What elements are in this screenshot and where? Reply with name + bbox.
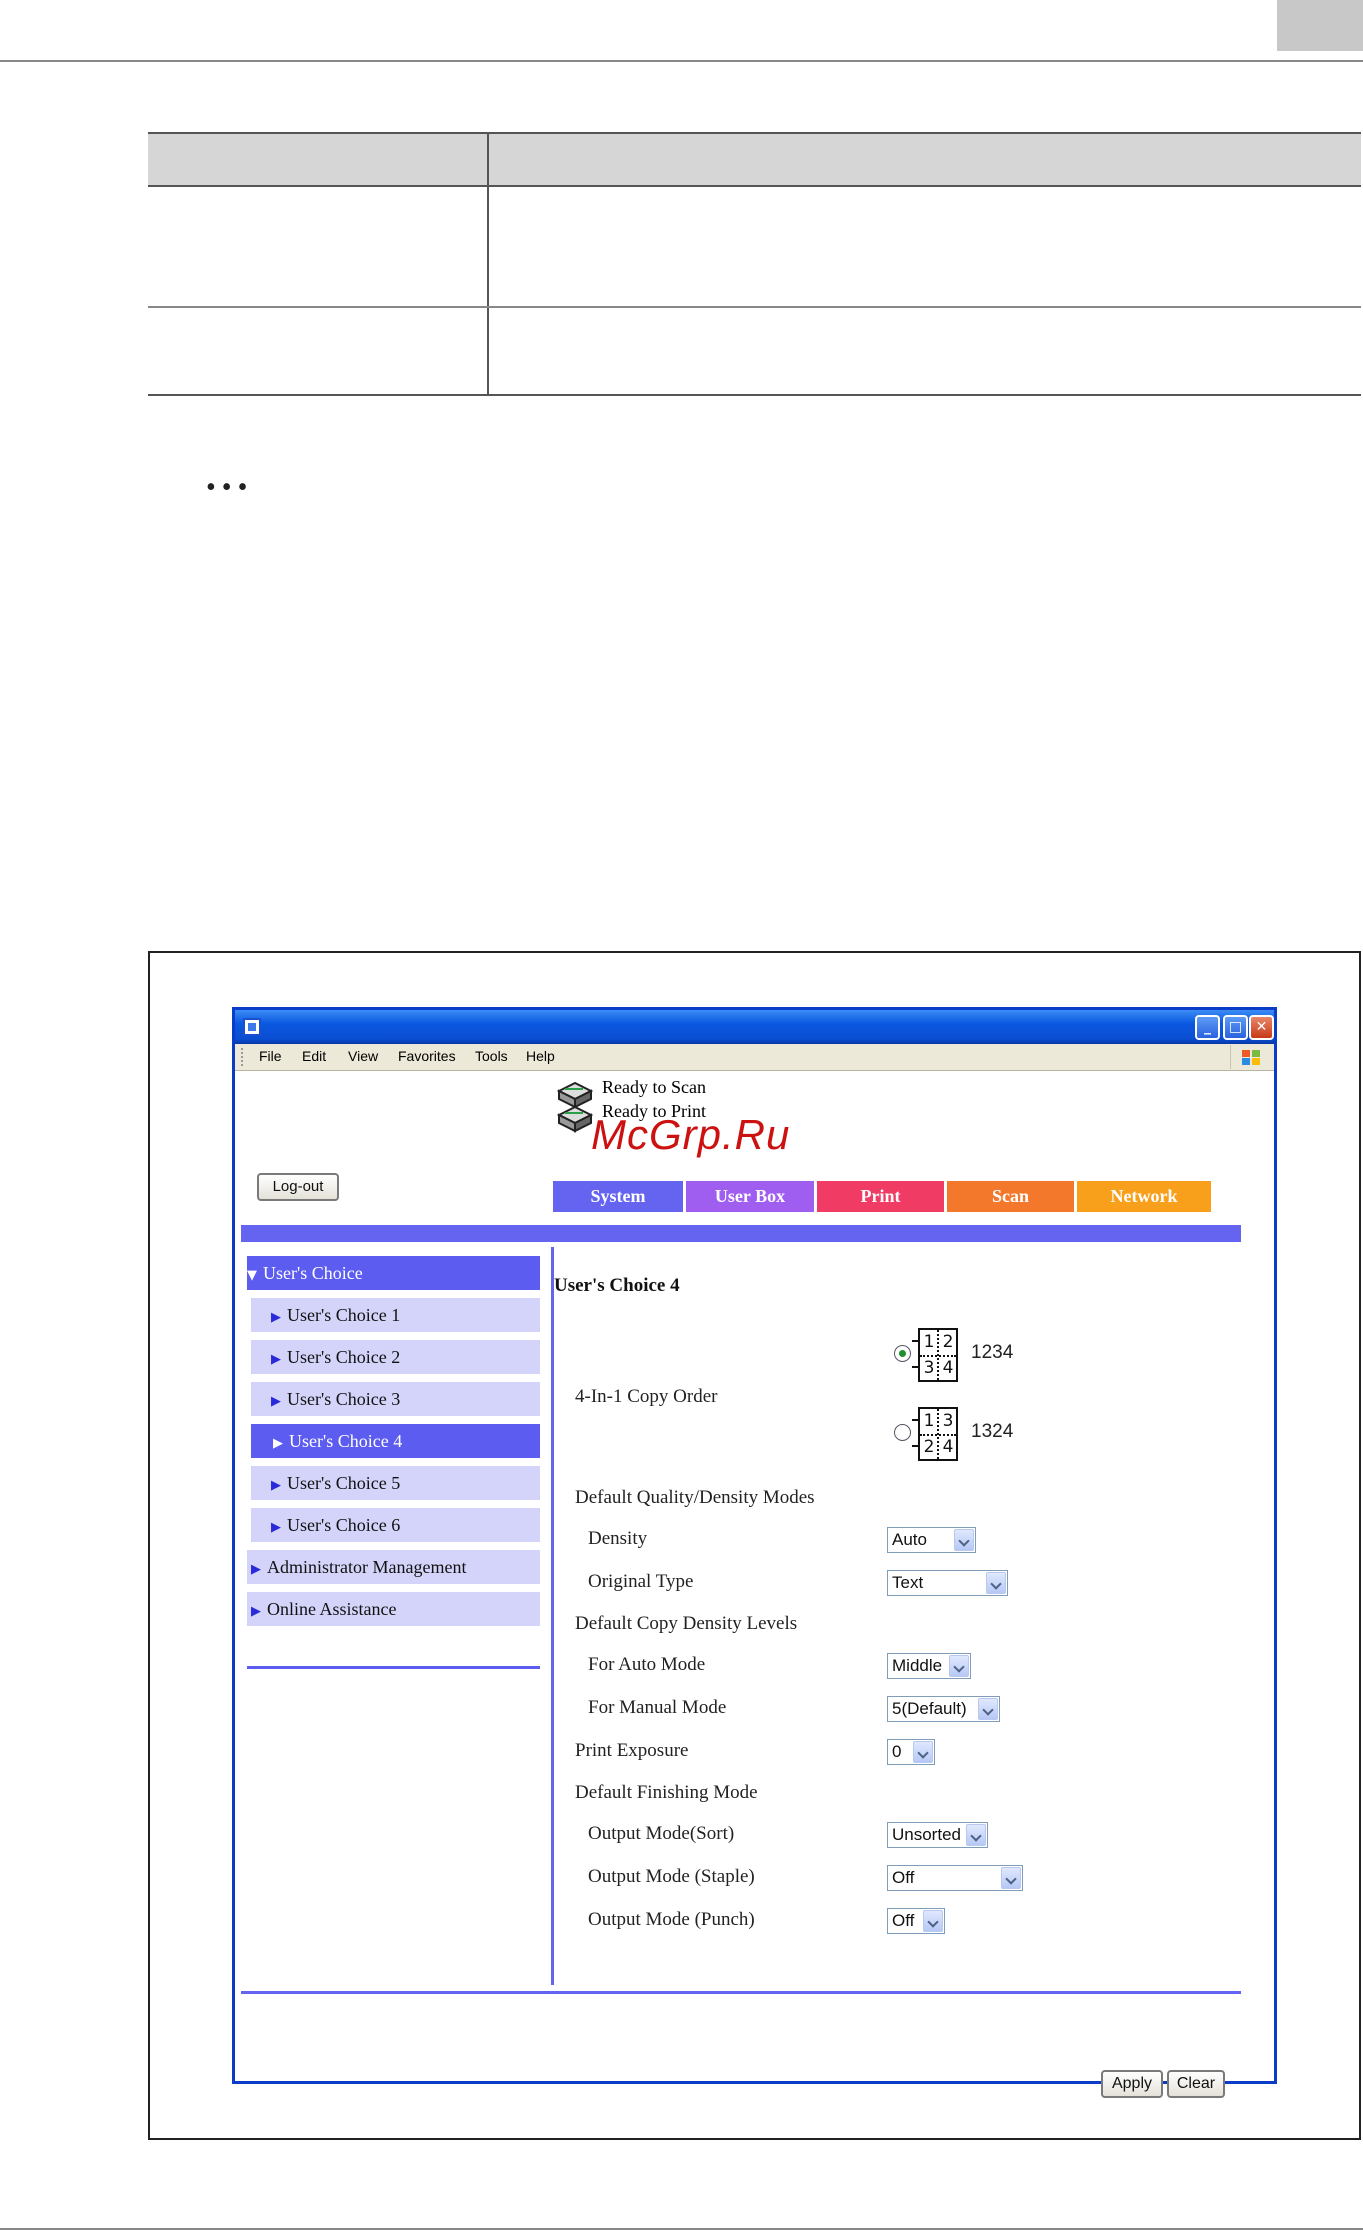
sidebar-item-administrator-management[interactable]: ▶ Administrator Management [247,1550,540,1584]
pane-divider [551,1247,554,1985]
page-corner-tab [1277,0,1363,51]
auto-mode-label: For Auto Mode [588,1654,706,1675]
copy-order-label: 4-In-1 Copy Order [575,1386,718,1407]
sidebar-item-users-choice-2[interactable]: ▶ User's Choice 2 [251,1340,540,1374]
output-staple-label: Output Mode (Staple) [588,1866,755,1887]
toolbar-grip [241,1048,244,1066]
tab-print[interactable]: Print [817,1181,944,1212]
chevron-down-icon [954,1529,974,1551]
manual-mode-label: For Manual Mode [588,1697,727,1718]
copy-order-1234-text: 1234 [971,1342,1014,1363]
doc-table-column-divider [487,132,489,396]
original-type-select[interactable]: Text [887,1570,1008,1596]
triangle-right-icon: ▶ [273,1436,283,1451]
triangle-right-icon: ▶ [271,1394,281,1409]
output-sort-select[interactable]: Unsorted [887,1822,988,1848]
print-exposure-label: Print Exposure [575,1740,689,1761]
menu-view[interactable]: View [348,1048,378,1064]
finishing-mode-heading: Default Finishing Mode [575,1782,758,1803]
chevron-down-icon [978,1698,998,1720]
copy-density-heading: Default Copy Density Levels [575,1613,798,1634]
ellipsis-marker: ••• [206,472,254,503]
copy-order-radio-1324[interactable] [894,1424,911,1441]
copy-order-1324-icon: 1 3 2 4 [912,1407,958,1461]
tab-system[interactable]: System [553,1181,683,1212]
density-select[interactable]: Auto [887,1527,976,1553]
output-punch-select[interactable]: Off [887,1908,945,1934]
sidebar-item-users-choice-3[interactable]: ▶ User's Choice 3 [251,1382,540,1416]
sidebar-item-users-choice-4[interactable]: ▶ User's Choice 4 [251,1424,540,1458]
menu-favorites[interactable]: Favorites [398,1048,456,1064]
sidebar-item-online-assistance[interactable]: ▶ Online Assistance [247,1592,540,1626]
windows-logo-icon [1230,1045,1266,1069]
page-title: User's Choice 4 [554,1275,680,1296]
original-type-label: Original Type [588,1571,694,1592]
triangle-right-icon: ▶ [251,1562,261,1577]
tab-network[interactable]: Network [1077,1181,1211,1212]
doc-table-row-divider [148,306,1361,308]
copy-order-1234-icon: 1 2 3 4 [912,1328,958,1382]
tab-banner-bar [241,1225,1241,1242]
chevron-down-icon [913,1741,933,1763]
doc-table-bottom-rule [148,394,1361,396]
menu-tools[interactable]: Tools [475,1048,508,1064]
output-punch-label: Output Mode (Punch) [588,1909,755,1930]
scan-status-text: Ready to Scan [602,1077,706,1097]
menu-file[interactable]: File [259,1048,282,1064]
triangle-right-icon: ▶ [271,1520,281,1535]
chevron-down-icon [949,1655,969,1677]
chevron-down-icon [986,1572,1006,1594]
copy-order-radio-1234[interactable] [894,1345,911,1362]
auto-mode-select[interactable]: Middle [887,1653,971,1679]
menu-help[interactable]: Help [526,1048,555,1064]
footer-divider [241,1991,1241,1994]
clear-button[interactable]: Clear [1167,2070,1225,2098]
sidebar-item-users-choice-6[interactable]: ▶ User's Choice 6 [251,1508,540,1542]
triangle-right-icon: ▶ [271,1478,281,1493]
quality-density-heading: Default Quality/Density Modes [575,1487,815,1508]
sidebar-bottom-rule [247,1666,540,1669]
copy-order-1324-text: 1324 [971,1421,1014,1442]
logout-button[interactable]: Log-out [257,1173,339,1201]
doc-table-header [148,132,1361,187]
apply-button[interactable]: Apply [1101,2070,1163,2098]
minimize-button[interactable]: _ [1195,1015,1220,1040]
title-bar[interactable]: _ □ ✕ [235,1010,1274,1044]
print-exposure-select[interactable]: 0 [887,1739,935,1765]
manual-mode-select[interactable]: 5(Default) [887,1696,1000,1722]
page-header-rule [0,60,1363,62]
output-sort-label: Output Mode(Sort) [588,1823,735,1844]
density-label: Density [588,1528,648,1549]
chevron-down-icon [966,1824,986,1846]
sidebar-section-users-choice[interactable]: ▼ User's Choice [247,1256,540,1290]
chevron-down-icon: ▼ [247,1268,257,1283]
sidebar-item-users-choice-1[interactable]: ▶ User's Choice 1 [251,1298,540,1332]
menu-edit[interactable]: Edit [302,1048,326,1064]
browser-window: _ □ ✕ File Edit View Favorites Tools Hel… [232,1007,1277,2098]
maximize-button[interactable]: □ [1223,1015,1248,1040]
ie-app-icon [243,1018,261,1036]
close-button[interactable]: ✕ [1249,1015,1274,1040]
page-content: Ready to Scan Ready to Print McGrp.Ru Lo… [235,1071,1274,2098]
printer-status-icon [556,1105,594,1133]
chevron-down-icon [1001,1867,1021,1889]
tab-user-box[interactable]: User Box [686,1181,814,1212]
triangle-right-icon: ▶ [251,1604,261,1619]
sidebar-item-users-choice-5[interactable]: ▶ User's Choice 5 [251,1466,540,1500]
triangle-right-icon: ▶ [271,1310,281,1325]
page-footer-rule [0,2228,1363,2230]
tab-scan[interactable]: Scan [947,1181,1074,1212]
triangle-right-icon: ▶ [271,1352,281,1367]
watermark-text: McGrp.Ru [591,1111,791,1158]
output-staple-select[interactable]: Off [887,1865,1023,1891]
chevron-down-icon [923,1910,943,1932]
doc-table [148,132,1361,396]
menu-bar: File Edit View Favorites Tools Help [235,1044,1274,1071]
